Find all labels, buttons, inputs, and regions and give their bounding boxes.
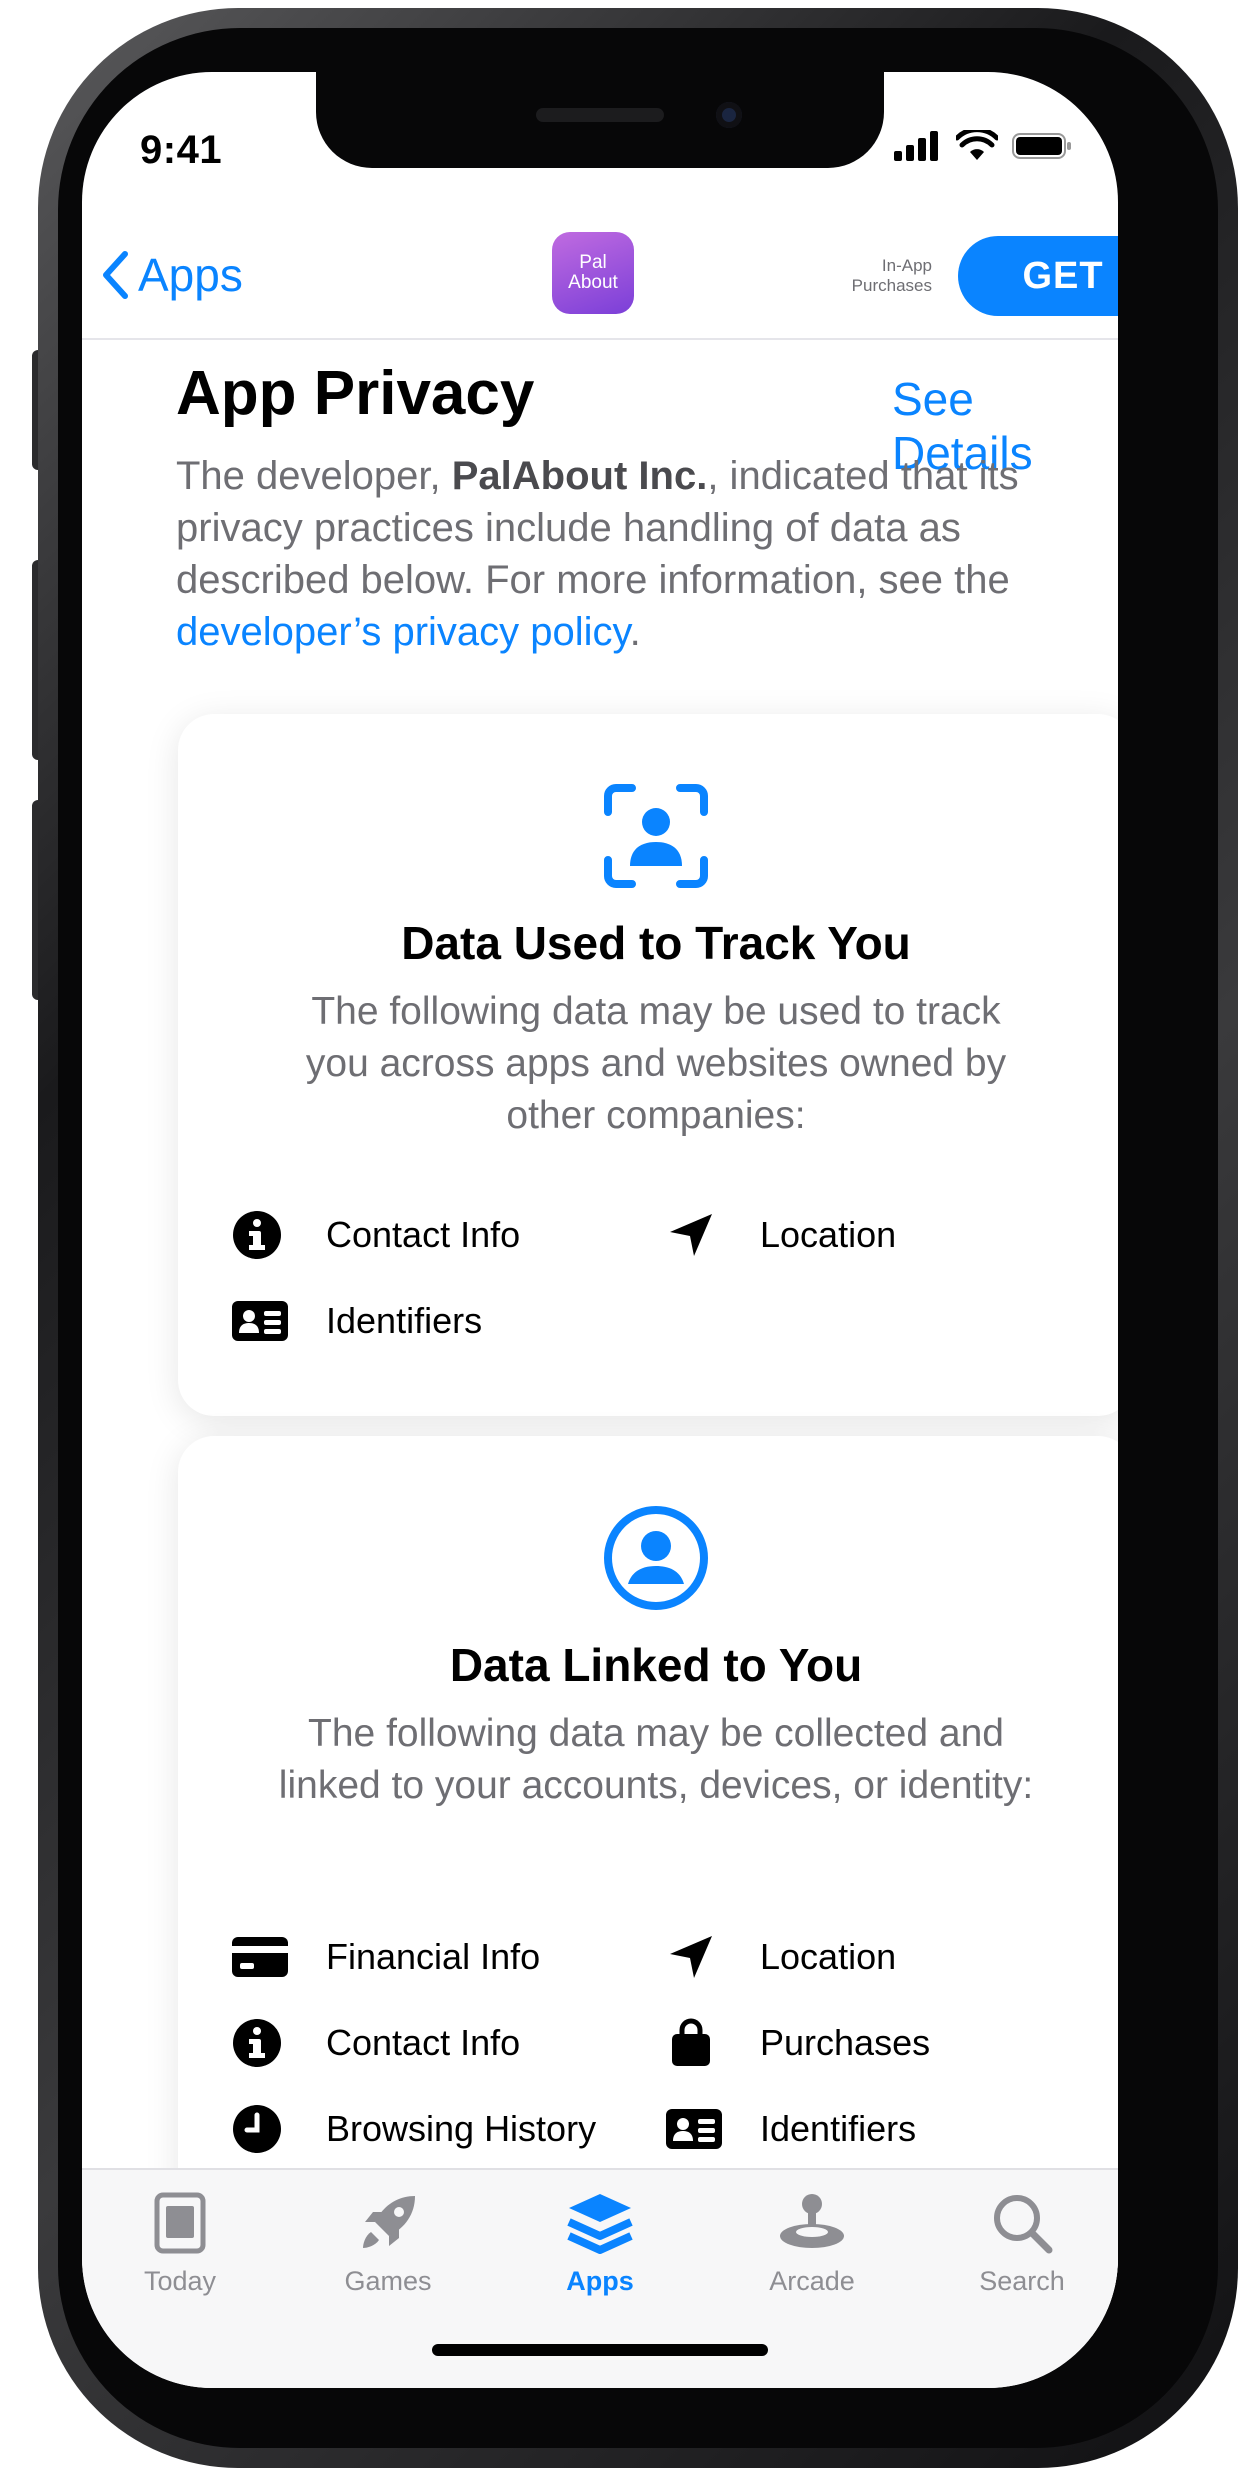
data-item-location: Location — [666, 1210, 896, 1260]
data-item-contact-info: Contact Info — [232, 1210, 520, 1260]
chevron-left-icon — [103, 251, 128, 299]
data-item-financial-info: Financial Info — [232, 1932, 540, 1982]
privacy-intro: The developer, PalAbout Inc., indicated … — [176, 450, 1056, 658]
card-desc-linked: The following data may be collected and … — [278, 1712, 1034, 1807]
data-item-contact-info: Contact Info — [232, 2018, 520, 2068]
tab-label: Apps — [566, 2266, 634, 2296]
info-icon — [233, 2019, 281, 2067]
home-indicator[interactable] — [432, 2344, 768, 2356]
tab-arcade[interactable]: Arcade — [742, 2192, 882, 2297]
tab-label: Games — [344, 2266, 432, 2296]
status-icons — [894, 130, 1074, 162]
tab-today[interactable]: Today — [110, 2192, 250, 2297]
speaker — [536, 108, 664, 122]
id-card-icon — [666, 2109, 722, 2149]
shopping-bag-icon — [672, 2018, 710, 2066]
location-arrow-icon — [670, 1214, 712, 1256]
developer-name: PalAbout Inc. — [451, 454, 708, 498]
card-desc-track: The following data may be used to track … — [305, 990, 1007, 1137]
data-item-identifiers: Identifiers — [232, 1296, 482, 1346]
data-item-label: Location — [760, 1214, 897, 1255]
tab-apps[interactable]: Apps — [530, 2192, 670, 2297]
intro-suffix: . — [629, 610, 641, 654]
get-button[interactable]: GET — [958, 236, 1118, 316]
data-item-label: Financial Info — [326, 1936, 541, 1977]
battery-icon — [1012, 133, 1071, 159]
iap-line1: In-App — [881, 256, 932, 275]
data-item-location: Location — [666, 1932, 896, 1982]
card-title-linked: Data Linked to You — [449, 1639, 863, 1691]
wifi-icon — [956, 130, 998, 160]
data-item-label: Contact Info — [326, 1214, 521, 1255]
info-icon — [233, 1211, 281, 1259]
data-item-label: Location — [760, 1936, 897, 1977]
person-circle-icon — [604, 1506, 708, 1610]
data-item-label: Identifiers — [326, 1300, 483, 1341]
tracking-person-icon — [604, 784, 708, 888]
joystick-icon — [780, 2194, 844, 2248]
back-label: Apps — [138, 249, 243, 301]
search-icon — [994, 2195, 1053, 2254]
phone-screen: 9:41 Apps Pal About In-App Purchases GET… — [82, 72, 1118, 2388]
data-item-label: Purchases — [760, 2022, 931, 2063]
front-camera — [716, 102, 742, 128]
in-app-purchases-label: In-App Purchases — [782, 256, 932, 296]
section-title: App Privacy — [176, 359, 535, 428]
data-item-label: Browsing History — [326, 2108, 597, 2149]
rocket-icon — [363, 2196, 415, 2248]
card-title-track: Data Used to Track You — [401, 917, 911, 969]
back-button[interactable]: Apps — [100, 248, 243, 302]
tab-label: Arcade — [769, 2266, 855, 2296]
credit-card-icon — [232, 1937, 288, 1977]
status-time: 9:41 — [140, 128, 223, 172]
data-item-label: Identifiers — [760, 2108, 917, 2149]
app-icon-text-line2: About — [568, 272, 618, 293]
today-icon — [154, 2192, 206, 2254]
iap-line2: Purchases — [851, 276, 932, 295]
intro-prefix: The developer, — [176, 454, 452, 498]
notch — [316, 72, 884, 168]
app-icon: Pal About — [552, 232, 634, 314]
data-item-identifiers: Identifiers — [666, 2104, 916, 2154]
card-data-used-to-track[interactable]: Data Used to Track You The following dat… — [178, 714, 1118, 1416]
app-icon-text-line1: Pal — [579, 252, 607, 273]
tab-label: Search — [979, 2266, 1065, 2296]
data-item-purchases: Purchases — [666, 2018, 930, 2068]
cellular-signal-icon — [894, 131, 938, 161]
id-card-icon — [232, 1301, 288, 1341]
clock-icon — [233, 2105, 281, 2153]
data-item-browsing-history: Browsing History — [232, 2104, 596, 2154]
data-item-label: Contact Info — [326, 2022, 521, 2063]
tab-search[interactable]: Search — [952, 2192, 1092, 2297]
tab-label: Today — [143, 2266, 217, 2296]
privacy-policy-link[interactable]: developer’s privacy policy — [176, 610, 630, 654]
stack-icon — [567, 2194, 633, 2254]
tab-games[interactable]: Games — [318, 2192, 458, 2297]
nav-divider — [82, 338, 1118, 340]
location-arrow-icon — [670, 1936, 712, 1978]
